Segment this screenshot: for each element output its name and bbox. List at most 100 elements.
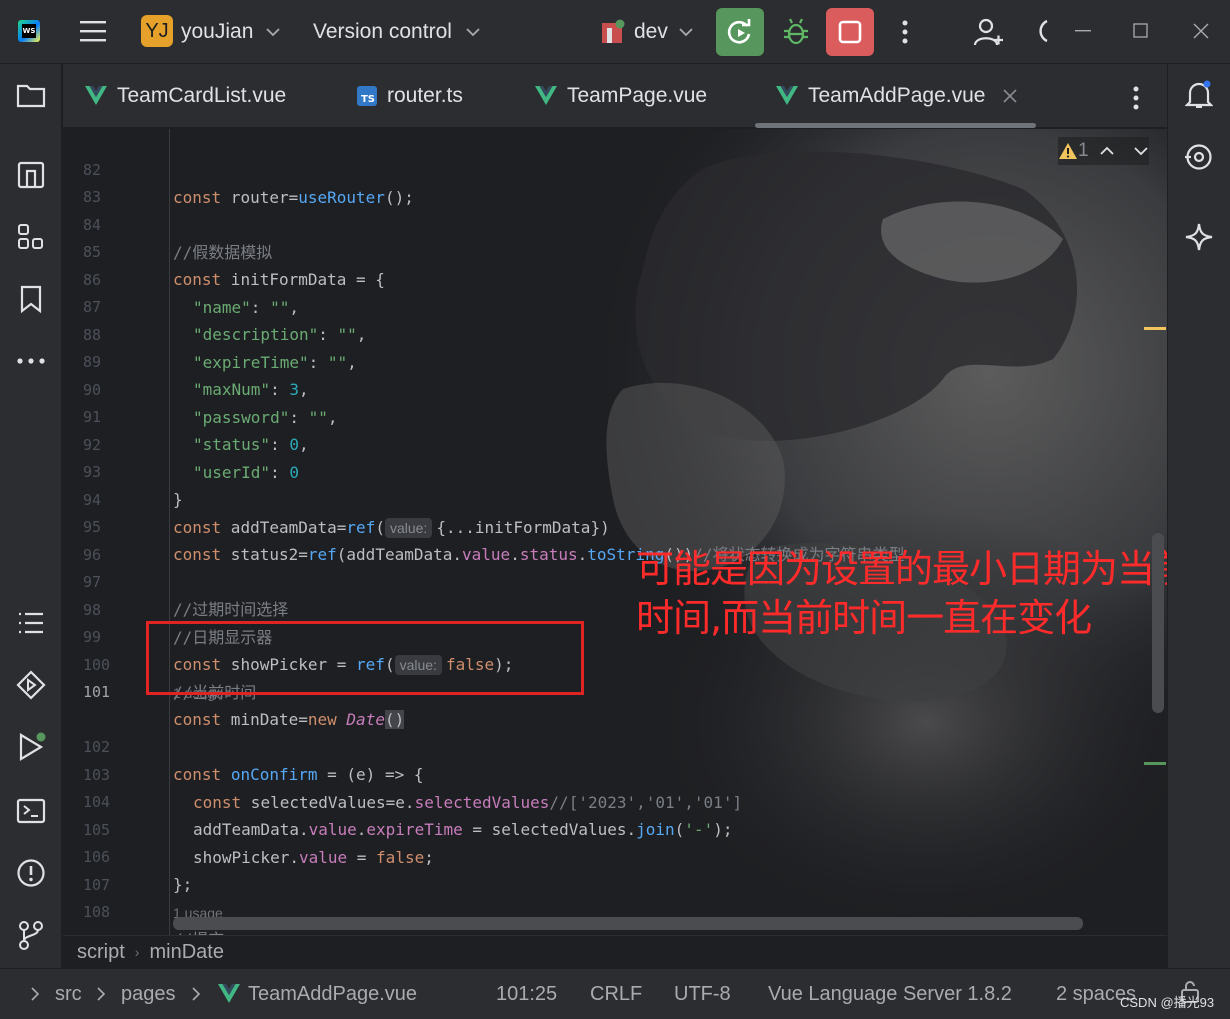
debug-button[interactable] (776, 12, 816, 52)
breadcrumb-item[interactable]: script (77, 941, 125, 964)
code-line: 103 const selectedValues=e.selectedValue… (63, 735, 1153, 812)
maximize-window-icon[interactable] (1126, 16, 1156, 46)
stop-icon (838, 20, 862, 44)
problems-icon[interactable] (12, 854, 50, 892)
line-number: 108 (83, 903, 111, 921)
tab-router[interactable]: TS router.ts (357, 64, 463, 128)
vue-icon (535, 86, 557, 105)
code-line: 87 "description": "", (63, 267, 1153, 344)
rerun-button[interactable] (716, 8, 764, 56)
code-line: 96 (63, 515, 1153, 564)
tab-label: TeamAddPage.vue (808, 84, 986, 107)
file-encoding[interactable]: UTF-8 (674, 981, 731, 1007)
line-separator[interactable]: CRLF (590, 981, 642, 1007)
code-line: 83 (63, 157, 1153, 206)
typescript-icon: TS (357, 86, 377, 106)
chevron-down-icon[interactable] (464, 22, 482, 42)
minimize-window-icon[interactable] (1068, 16, 1098, 46)
tab-teampage[interactable]: TeamPage.vue (535, 64, 707, 128)
git-branch-icon[interactable] (12, 916, 50, 954)
ai-sparkle-icon[interactable] (1180, 218, 1218, 256)
active-tab-indicator (755, 123, 1036, 128)
code-line: 86 "name": "", (63, 240, 1153, 317)
code-line: 102 const onConfirm = (e) => { (63, 707, 1153, 784)
close-tab-icon[interactable] (1001, 87, 1019, 105)
todo-list-icon[interactable] (12, 604, 50, 642)
rerun-icon (727, 19, 751, 44)
tab-teamcardlist[interactable]: TeamCardList.vue (85, 64, 286, 128)
project-name[interactable]: youJian (181, 18, 253, 46)
run-icon[interactable] (12, 728, 50, 766)
warning-icon (1059, 143, 1077, 159)
annotation-highlight-box (146, 621, 584, 695)
chevron-right-icon (191, 981, 201, 1007)
breadcrumb: script › minDate (63, 935, 1167, 968)
warning-marker[interactable] (1144, 327, 1166, 330)
path-segment[interactable]: src (55, 981, 82, 1007)
tab-label: router.ts (387, 84, 463, 107)
vue-icon (218, 981, 240, 1007)
close-window-icon[interactable] (1186, 16, 1216, 46)
chevron-right-icon (96, 981, 106, 1007)
chevron-down-icon[interactable] (1133, 145, 1149, 157)
more-tool-windows-icon[interactable] (12, 342, 50, 380)
tab-teamaddpage[interactable]: TeamAddPage.vue (776, 64, 1019, 128)
bookmarks-icon[interactable] (12, 280, 50, 318)
services-icon[interactable] (12, 666, 50, 704)
breadcrumb-item[interactable]: minDate (149, 941, 223, 964)
code-line: 107 (63, 845, 1153, 894)
code-line: 95 const status2=ref(addTeamData.value.s… (63, 487, 1153, 564)
status-bar: src pages TeamAddPage.vue 101:25 CRLF UT… (0, 968, 1230, 1019)
code-line: 108 //提交 (63, 872, 1153, 935)
tabs-more-icon[interactable] (1123, 82, 1149, 114)
code-line: 90 "password": "", (63, 350, 1153, 427)
line-number: 101 (83, 683, 111, 701)
code-line: 104 addTeamData.value.expireTime = selec… (63, 762, 1153, 839)
language-server-status[interactable]: Vue Language Server 1.8.2 (768, 981, 1012, 1007)
breadcrumb-separator-icon: › (134, 944, 140, 960)
warning-count: 1 (1078, 140, 1089, 161)
project-badge[interactable]: YJ (141, 15, 173, 47)
project-folder-icon[interactable] (12, 76, 50, 114)
main-menu-icon[interactable] (78, 16, 108, 46)
npm-packages-icon[interactable] (12, 218, 50, 256)
chevron-down-icon[interactable] (677, 22, 695, 42)
run-config-selector[interactable]: dev (634, 18, 668, 46)
ai-assistant-spiral-icon[interactable] (1180, 138, 1218, 176)
structure-icon[interactable] (12, 156, 50, 194)
bug-icon (784, 18, 808, 45)
code-line: 106 }; (63, 817, 1153, 894)
horizontal-scrollbar[interactable] (173, 917, 1083, 930)
vue-icon (776, 86, 798, 105)
terminal-icon[interactable] (12, 792, 50, 830)
code-line: 82 const router=useRouter(); (63, 130, 1153, 207)
code-line: 89 "maxNum": 3, (63, 322, 1153, 399)
change-marker[interactable] (1144, 762, 1166, 765)
more-actions-icon[interactable] (892, 16, 918, 48)
webstorm-logo-icon[interactable]: WS (18, 20, 40, 42)
stop-button[interactable] (826, 8, 874, 56)
npm-config-icon[interactable] (598, 18, 626, 46)
tab-label: TeamPage.vue (567, 84, 708, 107)
notifications-bell-icon[interactable] (1180, 76, 1218, 114)
code-with-me-icon[interactable] (970, 14, 1006, 50)
vertical-scrollbar[interactable] (1152, 533, 1164, 713)
chevron-down-icon[interactable] (264, 22, 282, 42)
caret-position[interactable]: 101:25 (496, 981, 557, 1007)
code-line: 93 } (63, 432, 1153, 509)
path-segment[interactable]: pages (121, 981, 176, 1007)
code-line: 91 "status": 0, (63, 377, 1153, 454)
chevron-up-icon[interactable] (1099, 145, 1115, 157)
title-bar: WS YJ youJian Version control dev (0, 0, 1230, 64)
path-segment[interactable]: TeamAddPage.vue (248, 981, 417, 1007)
inspection-widget[interactable]: 1 (1058, 137, 1149, 165)
vcs-widget[interactable]: Version control (313, 18, 452, 46)
chevron-right-icon (30, 981, 40, 1007)
code-line: 92 "userId": 0 (63, 405, 1153, 482)
code-editor[interactable]: 82 const router=useRouter(); 83 84 //假数据… (63, 129, 1167, 935)
code-line: 84 //假数据模拟 (63, 185, 1153, 262)
background-tasks-icon[interactable] (1030, 16, 1056, 46)
left-tool-window-bar (0, 64, 62, 968)
tab-label: TeamCardList.vue (117, 84, 287, 107)
right-tool-window-bar (1167, 64, 1230, 968)
